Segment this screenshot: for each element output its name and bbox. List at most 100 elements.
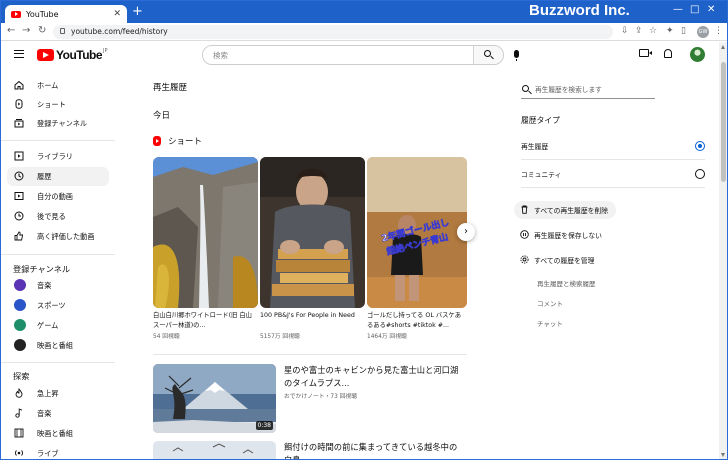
sidebar-item-label: 音楽 [37,280,52,290]
side-panel-icon[interactable]: ▯ [681,26,686,36]
trending-icon [15,388,23,398]
manage-link-comments[interactable]: コメント [537,298,563,308]
sidebar-item-trending[interactable]: 急上昇 [7,384,109,403]
video-thumbnail[interactable]: 0:38 [153,364,276,433]
scroll-down-icon[interactable] [721,453,725,457]
scrollbar-thumb[interactable] [721,62,726,182]
sidebar-item-label: ライブ [37,448,59,458]
history-type-watch[interactable]: 再生履歴 [521,133,705,160]
short-title[interactable]: ゴールだし持ってる OL バスケあるある#shorts #tiktok #... [367,311,467,330]
user-avatar[interactable] [690,47,705,62]
pause-icon [520,230,529,239]
sidebar-item-home[interactable]: ホーム [7,76,109,95]
tab-close-icon[interactable]: ✕ [113,9,121,19]
forward-icon[interactable]: → [22,25,30,36]
sidebar-item-explore-music[interactable]: 音楽 [7,404,109,423]
reload-icon[interactable]: ↻ [38,25,46,36]
short-title[interactable]: 白山白川郷ホワイトロード(旧 白山スーパー林道)の... [153,311,258,330]
video-title[interactable]: 星のや富士のキャビンから見た富士山と河口湖のタイムラプス... [284,364,464,389]
sidebar-item-explore-movies[interactable]: 映画と番組 [7,424,109,443]
video-thumbnail[interactable] [153,441,276,459]
manage-link-watch-search[interactable]: 再生履歴と検索履歴 [537,278,596,288]
short-thumbnail[interactable] [153,157,258,308]
sidebar: ホーム ショート 登録チャンネル ライブラリ 履歴 自分の動画 後で見る 高く評… [1,73,115,459]
clear-all-history-button[interactable]: すべての再生履歴を削除 [514,201,617,219]
search-input[interactable] [203,46,473,64]
radio-selected[interactable] [695,141,705,151]
sidebar-item-my-videos[interactable]: 自分の動画 [7,187,109,206]
url-field[interactable]: youtube.com/feed/history [53,25,613,39]
close-window-icon[interactable]: ✕ [707,4,715,15]
sidebar-item-label: ライブラリ [37,151,73,161]
manage-link-chat[interactable]: チャット [537,318,563,328]
short-thumbnail[interactable] [260,157,365,308]
short-card[interactable]: 2年間ゴール出し 超絶ペンチ青山 ゴールだし持ってる OL バスケあるある#sh… [367,157,467,340]
youtube-logo[interactable]: YouTube JP [37,48,108,62]
minimize-icon[interactable]: — [673,4,683,15]
profile-avatar[interactable]: GW [697,26,709,38]
scroll-up-icon[interactable] [721,45,725,49]
shorts-heading-label: ショート [168,137,203,147]
sidebar-item-history[interactable]: 履歴 [7,167,109,186]
tab-youtube[interactable]: YouTube ✕ [5,5,127,23]
video-title[interactable]: 餌付けの時間の前に集まってきている越冬中の白鳥 [284,441,464,459]
sidebar-item-label: ショート [37,99,66,109]
short-title[interactable]: 100 PB&J's For People in Need [260,311,365,330]
share-icon[interactable]: ⇪ [635,26,643,36]
search-button[interactable] [473,46,503,64]
pause-history-button[interactable]: 再生履歴を保存しない [514,226,610,244]
sidebar-item-label: 音楽 [37,408,52,418]
sidebar-item-subscriptions[interactable]: 登録チャンネル [7,114,109,133]
my-videos-icon [14,192,24,200]
bookmark-star-icon[interactable]: ☆ [649,26,657,36]
short-view-count: 5157万 回視聴 [260,334,300,340]
short-view-count: 54 回視聴 [153,334,180,340]
install-icon[interactable]: ⇩ [621,26,629,36]
sidebar-item-library[interactable]: ライブラリ [7,147,109,166]
music-icon [15,408,23,418]
sidebar-item-channel-music[interactable]: 音楽 [7,276,109,295]
basketball-thumbnail-image: 2年間ゴール出し 超絶ペンチ青山 [367,157,467,308]
sidebar-item-label: 登録チャンネル [37,118,88,128]
sidebar-item-channel-gaming[interactable]: ゲーム [7,316,109,335]
voice-search-icon[interactable] [514,50,519,61]
sidebar-item-label: 高く評価した動画 [37,231,95,241]
manage-history-button[interactable]: すべての履歴を管理 [514,251,602,269]
shorts-logo-icon [153,136,161,146]
notifications-icon[interactable] [664,49,672,58]
sidebar-item-channel-movies[interactable]: 映画と番組 [7,336,109,355]
short-thumbnail[interactable]: 2年間ゴール出し 超絶ペンチ青山 [367,157,467,308]
sidebar-item-shorts[interactable]: ショート [7,95,109,114]
channel-avatar [14,319,26,331]
page-scrollbar[interactable] [719,42,727,459]
date-section-heading: 今日 [153,111,171,121]
sidebar-item-channel-sports[interactable]: スポーツ [7,296,109,315]
video-row[interactable]: 餌付けの時間の前に集まってきている越冬中の白鳥 [153,441,473,459]
new-tab-button[interactable]: + [132,5,143,19]
sidebar-item-label: 急上昇 [37,388,59,398]
shorts-shelf-heading: ショート [153,135,202,147]
liked-icon [14,231,24,241]
sidebar-divider [1,140,115,141]
sidebar-item-watch-later[interactable]: 後で見る [7,207,109,226]
back-icon[interactable]: ← [7,25,15,36]
shorts-next-button[interactable]: › [457,223,475,241]
sidebar-item-live[interactable]: ライブ [7,444,109,459]
hamburger-menu-icon[interactable] [14,50,24,58]
short-card[interactable]: 100 PB&J's For People in Need 5157万 回視聴 [260,157,365,340]
radio-unselected[interactable] [695,169,705,179]
youtube-play-icon [37,49,54,61]
extensions-icon[interactable]: ✦ [666,26,674,36]
history-search-input[interactable] [535,83,653,96]
sidebar-item-label: ホーム [37,80,59,90]
logo-region: JP [103,48,108,54]
maximize-icon[interactable]: □ [690,4,699,15]
home-icon [14,80,24,90]
logo-wordmark: YouTube [56,48,103,62]
create-video-icon[interactable] [639,49,652,57]
browser-menu-icon[interactable]: ⋮ [714,26,723,36]
short-card[interactable]: 白山白川郷ホワイトロード(旧 白山スーパー林道)の... 54 回視聴 [153,157,258,340]
sidebar-item-liked[interactable]: 高く評価した動画 [7,227,109,246]
history-type-community[interactable]: コミュニティ [521,161,705,188]
video-row[interactable]: 0:38 星のや富士のキャビンから見た富士山と河口湖のタイムラプス... おでか… [153,364,473,434]
